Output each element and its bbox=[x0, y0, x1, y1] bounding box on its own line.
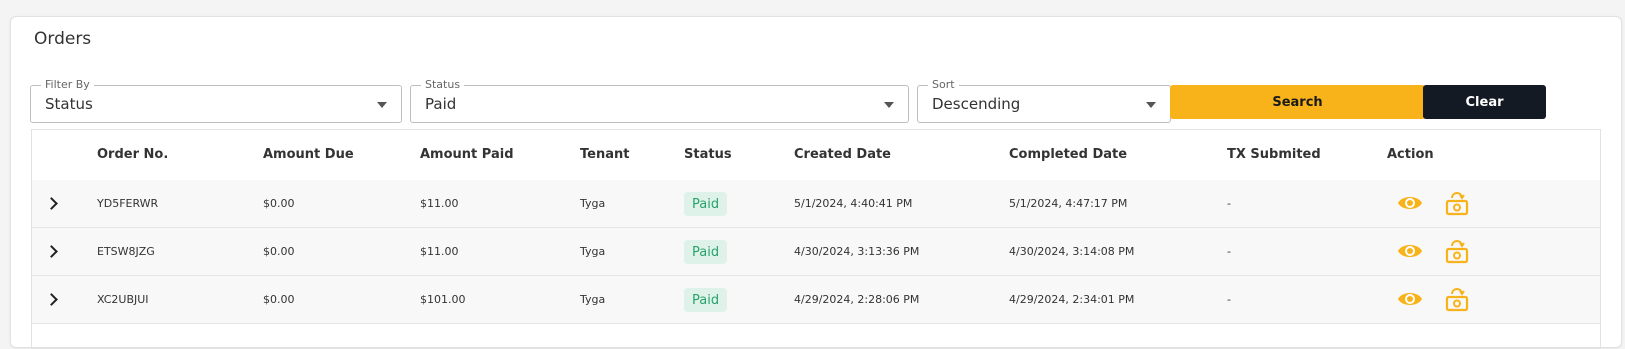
filter-by-value: Status bbox=[45, 95, 93, 113]
column-header: Action bbox=[1387, 147, 1434, 162]
status-badge: Paid bbox=[684, 288, 728, 312]
tx-submitted: - bbox=[1227, 293, 1231, 306]
column-header: Amount Paid bbox=[420, 147, 514, 162]
sort-label: Sort bbox=[928, 78, 959, 92]
column-header: TX Submited bbox=[1227, 147, 1321, 162]
column-header: Created Date bbox=[794, 147, 891, 162]
caret-down-icon bbox=[884, 102, 894, 108]
tenant: Tyga bbox=[580, 245, 606, 258]
column-header: Amount Due bbox=[263, 147, 354, 162]
orders-table: Order No. Amount Due Amount Paid Tenant … bbox=[31, 129, 1601, 349]
sort-value: Descending bbox=[932, 95, 1021, 113]
tx-submitted: - bbox=[1227, 197, 1231, 210]
search-button[interactable]: Search bbox=[1170, 85, 1425, 119]
order-number: YD5FERWR bbox=[97, 197, 159, 210]
expand-row-button[interactable] bbox=[42, 288, 66, 312]
chevron-right-icon bbox=[45, 293, 58, 306]
order-number: ETSW8JZG bbox=[97, 245, 155, 258]
column-header: Tenant bbox=[580, 147, 630, 162]
filter-by-label: Filter By bbox=[41, 78, 94, 92]
completed-date: 4/29/2024, 2:34:01 PM bbox=[1009, 293, 1135, 306]
table-row: YD5FERWR $0.00 $11.00 Tyga Paid 5/1/2024… bbox=[32, 180, 1600, 228]
column-header: Order No. bbox=[97, 147, 169, 162]
amount-due: $0.00 bbox=[263, 197, 295, 210]
amount-paid: $101.00 bbox=[420, 293, 466, 306]
refund-icon[interactable] bbox=[1445, 286, 1469, 312]
refund-icon[interactable] bbox=[1445, 190, 1469, 216]
refund-icon[interactable] bbox=[1445, 238, 1469, 264]
amount-due: $0.00 bbox=[263, 293, 295, 306]
eye-icon[interactable] bbox=[1397, 288, 1423, 310]
completed-date: 5/1/2024, 4:47:17 PM bbox=[1009, 197, 1128, 210]
clear-button[interactable]: Clear bbox=[1423, 85, 1546, 119]
amount-paid: $11.00 bbox=[420, 197, 459, 210]
caret-down-icon bbox=[1146, 102, 1156, 108]
status-value: Paid bbox=[425, 95, 457, 113]
column-header: Status bbox=[684, 147, 732, 162]
page-title: Orders bbox=[34, 29, 92, 49]
created-date: 5/1/2024, 4:40:41 PM bbox=[794, 197, 913, 210]
table-row: ETSW8JZG $0.00 $11.00 Tyga Paid 4/30/202… bbox=[32, 228, 1600, 276]
tx-submitted: - bbox=[1227, 245, 1231, 258]
orders-card: Orders Filter By Status Status Paid Sort… bbox=[10, 16, 1622, 349]
completed-date: 4/30/2024, 3:14:08 PM bbox=[1009, 245, 1135, 258]
amount-paid: $11.00 bbox=[420, 245, 459, 258]
eye-icon[interactable] bbox=[1397, 240, 1423, 262]
caret-down-icon bbox=[377, 102, 387, 108]
amount-due: $0.00 bbox=[263, 245, 295, 258]
tenant: Tyga bbox=[580, 293, 606, 306]
tenant: Tyga bbox=[580, 197, 606, 210]
table-header: Order No. Amount Due Amount Paid Tenant … bbox=[32, 130, 1600, 181]
chevron-right-icon bbox=[45, 197, 58, 210]
eye-icon[interactable] bbox=[1397, 192, 1423, 214]
expand-row-button[interactable] bbox=[42, 240, 66, 264]
created-date: 4/30/2024, 3:13:36 PM bbox=[794, 245, 920, 258]
status-select[interactable]: Status Paid bbox=[410, 78, 909, 123]
sort-select[interactable]: Sort Descending bbox=[917, 78, 1171, 123]
status-label: Status bbox=[421, 78, 465, 92]
filter-by-select[interactable]: Filter By Status bbox=[30, 78, 402, 123]
status-badge: Paid bbox=[684, 192, 728, 216]
status-badge: Paid bbox=[684, 240, 728, 264]
expand-row-button[interactable] bbox=[42, 192, 66, 216]
created-date: 4/29/2024, 2:28:06 PM bbox=[794, 293, 920, 306]
table-row: XC2UBJUI $0.00 $101.00 Tyga Paid 4/29/20… bbox=[32, 276, 1600, 324]
chevron-right-icon bbox=[45, 245, 58, 258]
order-number: XC2UBJUI bbox=[97, 293, 149, 306]
column-header: Completed Date bbox=[1009, 147, 1128, 162]
